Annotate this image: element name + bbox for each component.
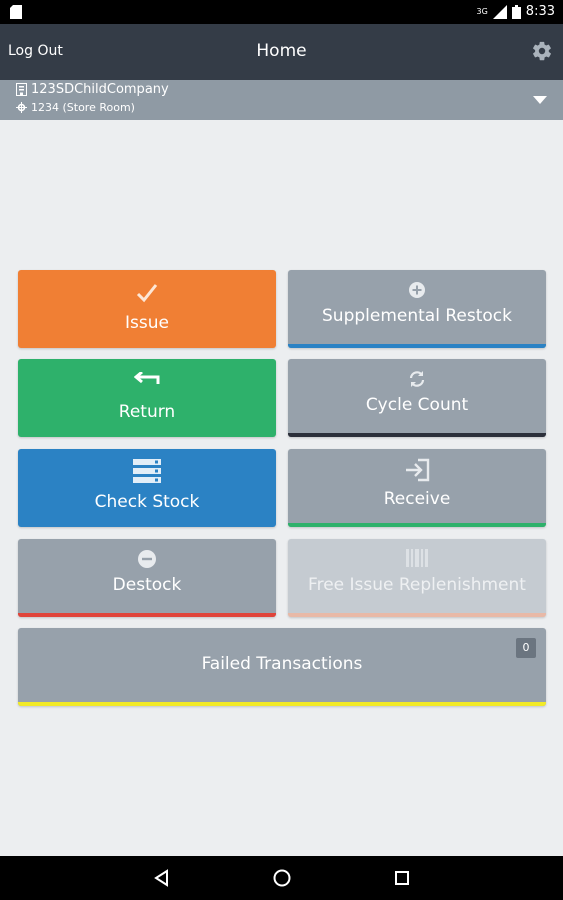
refresh-icon <box>409 371 425 387</box>
navigation-bar <box>0 856 563 900</box>
plus-circle-icon <box>409 282 425 298</box>
page-title: Home <box>256 41 307 61</box>
company-row: 123SDChildCompany <box>16 82 169 97</box>
network-type: 3G <box>476 7 488 16</box>
check-icon <box>136 284 158 303</box>
check-stock-label: Check Stock <box>94 492 200 512</box>
return-button[interactable]: Return <box>18 359 276 437</box>
status-bar: 3G 8:33 <box>0 0 563 24</box>
supplemental-restock-label: Supplemental Restock <box>322 306 512 326</box>
app-bar: Log Out Home <box>0 24 563 80</box>
store-name: 1234 (Store Room) <box>31 101 135 114</box>
issue-label: Issue <box>125 313 169 333</box>
return-label: Return <box>118 402 176 422</box>
failed-transactions-button[interactable]: 0 Failed Transactions <box>18 628 546 706</box>
barcode-icon <box>406 549 428 567</box>
cycle-count-button[interactable]: Cycle Count <box>288 359 546 437</box>
list-icon <box>133 459 161 483</box>
signal-icon <box>492 5 507 19</box>
accent-bar <box>288 523 546 527</box>
building-icon <box>16 83 27 96</box>
accent-bar <box>288 613 546 617</box>
destock-button[interactable]: Destock <box>18 539 276 617</box>
destock-label: Destock <box>112 575 182 595</box>
cycle-count-label: Cycle Count <box>365 395 469 415</box>
gear-icon[interactable] <box>531 40 553 62</box>
accent-bar <box>18 702 546 706</box>
minus-circle-icon <box>138 550 156 568</box>
store-row: 1234 (Store Room) <box>16 101 135 114</box>
chevron-down-icon <box>533 96 547 104</box>
return-arrow-icon <box>134 372 160 384</box>
back-icon[interactable] <box>152 868 172 888</box>
status-icons: 3G 8:33 <box>476 4 555 20</box>
accent-bar <box>288 433 546 437</box>
crosshair-icon <box>16 102 27 113</box>
failed-transactions-label: Failed Transactions <box>201 654 363 674</box>
free-issue-replenishment-button[interactable]: Free Issue Replenishment <box>288 539 546 617</box>
accent-bar <box>18 613 276 617</box>
receive-label: Receive <box>383 489 451 509</box>
check-stock-button[interactable]: Check Stock <box>18 449 276 527</box>
issue-button[interactable]: Issue <box>18 270 276 348</box>
sd-card-icon <box>10 5 22 19</box>
recents-icon[interactable] <box>392 868 412 888</box>
sign-in-icon <box>406 458 430 482</box>
clock: 8:33 <box>525 4 555 19</box>
location-selector[interactable]: 123SDChildCompany 1234 (Store Room) <box>0 80 563 120</box>
free-issue-replenishment-label: Free Issue Replenishment <box>308 575 526 595</box>
company-name: 123SDChildCompany <box>31 82 169 97</box>
battery-icon <box>511 5 521 19</box>
receive-button[interactable]: Receive <box>288 449 546 527</box>
home-icon[interactable] <box>272 868 292 888</box>
supplemental-restock-button[interactable]: Supplemental Restock <box>288 270 546 348</box>
accent-bar <box>288 344 546 348</box>
